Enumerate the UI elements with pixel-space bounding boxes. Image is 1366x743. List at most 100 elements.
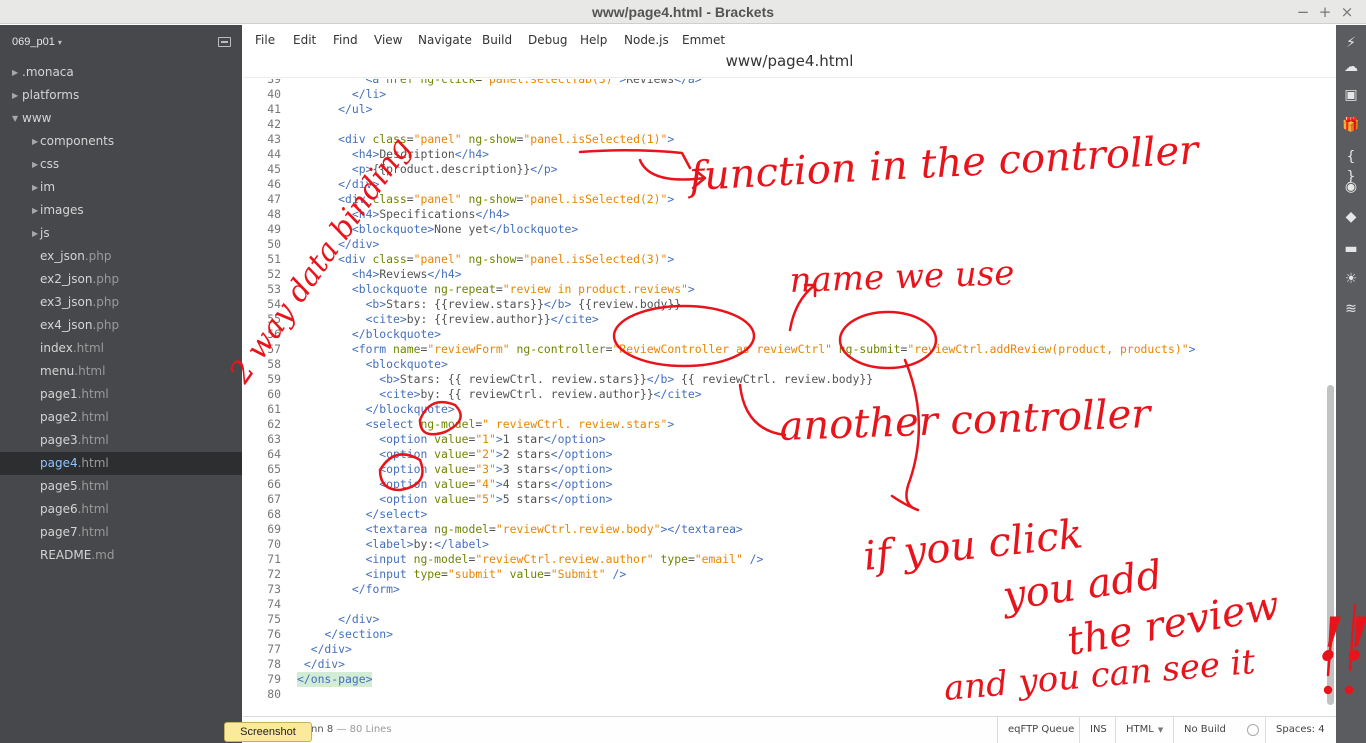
code-line[interactable]: 55 <cite>by: {{review.author}}</cite> xyxy=(243,312,1323,327)
code-line[interactable]: 46 </div> xyxy=(243,177,1323,192)
code-line[interactable]: 50 </div> xyxy=(243,237,1323,252)
folder-item-js[interactable]: ▶ js xyxy=(0,222,242,245)
code-line[interactable]: 56 </blockquote> xyxy=(243,327,1323,342)
menu-debug[interactable]: Debug xyxy=(528,33,567,47)
code-line[interactable]: 76 </section> xyxy=(243,627,1323,642)
extension-manager-icon[interactable]: ☁ xyxy=(1341,57,1361,77)
folder-item-www[interactable]: ▼ www xyxy=(0,107,242,130)
menu-view[interactable]: View xyxy=(374,33,402,47)
code-line[interactable]: 78 </div> xyxy=(243,657,1323,672)
palette-icon[interactable]: ◉ xyxy=(1341,177,1361,197)
code-line[interactable]: 44 <h4>Description</h4> xyxy=(243,147,1323,162)
folder-item-css[interactable]: ▶ css xyxy=(0,153,242,176)
code-line[interactable]: 77 </div> xyxy=(243,642,1323,657)
code-line[interactable]: 57 <form name = "reviewForm" ng-controller… xyxy=(243,342,1323,357)
minimize-button[interactable]: − xyxy=(1294,3,1312,21)
file-item-page1-html[interactable]: page1.html xyxy=(0,383,242,406)
code-line[interactable]: 74 xyxy=(243,597,1323,612)
file-item-ex-json-php[interactable]: ex_json.php xyxy=(0,245,242,268)
file-item-ex3-json-php[interactable]: ex3_json.php xyxy=(0,291,242,314)
file-item-page7-html[interactable]: page7.html xyxy=(0,521,242,544)
code-line[interactable]: 70 <label>by:</label> xyxy=(243,537,1323,552)
code-line[interactable]: 69 <textarea ng-model="reviewCtrl.review… xyxy=(243,522,1323,537)
git-icon[interactable]: ◆ xyxy=(1341,207,1361,227)
file-item-page6-html[interactable]: page6.html xyxy=(0,498,242,521)
folder-item-platforms[interactable]: ▶ platforms xyxy=(0,84,242,107)
split-view-icon[interactable] xyxy=(218,37,231,47)
file-item-readme-md[interactable]: README.md xyxy=(0,544,242,567)
project-dropdown[interactable]: 069_p01 ▾ xyxy=(12,36,62,48)
editor-scrollbar[interactable] xyxy=(1324,79,1336,716)
menu-file[interactable]: File xyxy=(255,33,275,47)
file-item-ex2-json-php[interactable]: ex2_json.php xyxy=(0,268,242,291)
menu-node-js[interactable]: Node.js xyxy=(624,33,669,47)
chevron-right-icon[interactable]: ▶ xyxy=(32,176,38,199)
code-line[interactable]: 52 <h4>Reviews</h4> xyxy=(243,267,1323,282)
folder-item-monaca[interactable]: ▶ .monaca xyxy=(0,61,242,84)
code-line[interactable]: 67 <option value="5">5 stars</option> xyxy=(243,492,1323,507)
code-line[interactable]: 54 <b>Stars: {{review.stars}}</b> {{revi… xyxy=(243,297,1323,312)
code-line[interactable]: 61 </blockquote> xyxy=(243,402,1323,417)
scrollbar-thumb[interactable] xyxy=(1327,385,1334,705)
file-item-index-html[interactable]: index.html xyxy=(0,337,242,360)
code-line[interactable]: 49 <blockquote>None yet</blockquote> xyxy=(243,222,1323,237)
file-item-page5-html[interactable]: page5.html xyxy=(0,475,242,498)
code-line[interactable]: 43 <div class="panel" ng-show="panel.isS… xyxy=(243,132,1323,147)
chevron-right-icon[interactable]: ▶ xyxy=(32,222,38,245)
code-line[interactable]: 65 <option value="3">3 stars</option> xyxy=(243,462,1323,477)
chevron-right-icon[interactable]: ▶ xyxy=(12,84,18,107)
language-selector[interactable]: HTML ▼ xyxy=(1115,717,1175,743)
lint-status-icon[interactable] xyxy=(1247,724,1259,736)
code-line[interactable]: 71 <input ng-model = "reviewCtrl.review.au… xyxy=(243,552,1323,567)
menu-emmet[interactable]: Emmet xyxy=(682,33,725,47)
code-line[interactable]: 62 <select ng-model=" reviewCtrl. review… xyxy=(243,417,1323,432)
code-line[interactable]: 47 <div class="panel" ng-show="panel.isS… xyxy=(243,192,1323,207)
folder-item-im[interactable]: ▶ im xyxy=(0,176,242,199)
code-line[interactable]: 41 </ul> xyxy=(243,102,1323,117)
gift-icon[interactable]: 🎁 xyxy=(1341,115,1361,135)
code-line[interactable]: 79 </ons-page> xyxy=(243,672,1323,687)
chevron-down-icon[interactable]: ▼ xyxy=(12,107,18,130)
code-line[interactable]: 58 <blockquote> xyxy=(243,357,1323,372)
code-line[interactable]: 63 <option value="1">1 star</option> xyxy=(243,432,1323,447)
menu-navigate[interactable]: Navigate xyxy=(418,33,472,47)
code-line[interactable]: 73 </form> xyxy=(243,582,1323,597)
file-item-ex4-json-php[interactable]: ex4_json.php xyxy=(0,314,242,337)
code-line[interactable]: 66 <option value="4">4 stars</option> xyxy=(243,477,1323,492)
chevron-right-icon[interactable]: ▶ xyxy=(32,130,38,153)
chevron-right-icon[interactable]: ▶ xyxy=(12,61,18,84)
code-line[interactable]: 68 </select> xyxy=(243,507,1323,522)
folder-icon[interactable]: ▬ xyxy=(1341,239,1361,259)
chevron-right-icon[interactable]: ▶ xyxy=(32,199,38,222)
code-editor[interactable]: 39 <a href ng-click="panel.selectTab(3)"… xyxy=(243,79,1336,716)
folder-item-images[interactable]: ▶ images xyxy=(0,199,242,222)
close-button[interactable]: × xyxy=(1338,3,1356,21)
code-line[interactable]: 40 </li> xyxy=(243,87,1323,102)
maximize-button[interactable]: + xyxy=(1316,3,1334,21)
code-line[interactable]: 53 <blockquote ng-repeat="review in prod… xyxy=(243,282,1323,297)
android-icon[interactable]: ▣ xyxy=(1341,85,1361,105)
chevron-right-icon[interactable]: ▶ xyxy=(32,153,38,176)
menu-help[interactable]: Help xyxy=(580,33,607,47)
code-line[interactable]: 80 xyxy=(243,687,1323,702)
code-line[interactable]: 64 <option value="2">2 stars</option> xyxy=(243,447,1323,462)
code-line[interactable]: 72 <input type="submit" value="Submit" /… xyxy=(243,567,1323,582)
folder-item-components[interactable]: ▶ components xyxy=(0,130,242,153)
file-item-page4-html[interactable]: page4.html xyxy=(0,452,242,475)
indent-spaces-setting[interactable]: Spaces: 4 xyxy=(1265,717,1336,743)
code-line[interactable]: 39 <a href ng-click="panel.selectTab(3)"… xyxy=(243,79,1323,87)
code-line[interactable]: 75 </div> xyxy=(243,612,1323,627)
code-line[interactable]: 42 xyxy=(243,117,1323,132)
code-line[interactable]: 51 <div class="panel" ng-show="panel.isS… xyxy=(243,252,1323,267)
code-line[interactable]: 60 <cite>by: {{ reviewCtrl. review.autho… xyxy=(243,387,1323,402)
braces-icon[interactable]: { } xyxy=(1341,147,1361,185)
file-item-page3-html[interactable]: page3.html xyxy=(0,429,242,452)
layers-icon[interactable]: ≋ xyxy=(1341,299,1361,319)
menu-edit[interactable]: Edit xyxy=(293,33,316,47)
code-line[interactable]: 48 <h4>Specifications</h4> xyxy=(243,207,1323,222)
live-preview-icon[interactable]: ⚡ xyxy=(1341,33,1361,53)
code-line[interactable]: 59 <b>Stars: {{ reviewCtrl. review.stars… xyxy=(243,372,1323,387)
menu-build[interactable]: Build xyxy=(482,33,512,47)
file-item-menu-html[interactable]: menu.html xyxy=(0,360,242,383)
code-line[interactable]: 45 <p>{{product.description}}</p> xyxy=(243,162,1323,177)
